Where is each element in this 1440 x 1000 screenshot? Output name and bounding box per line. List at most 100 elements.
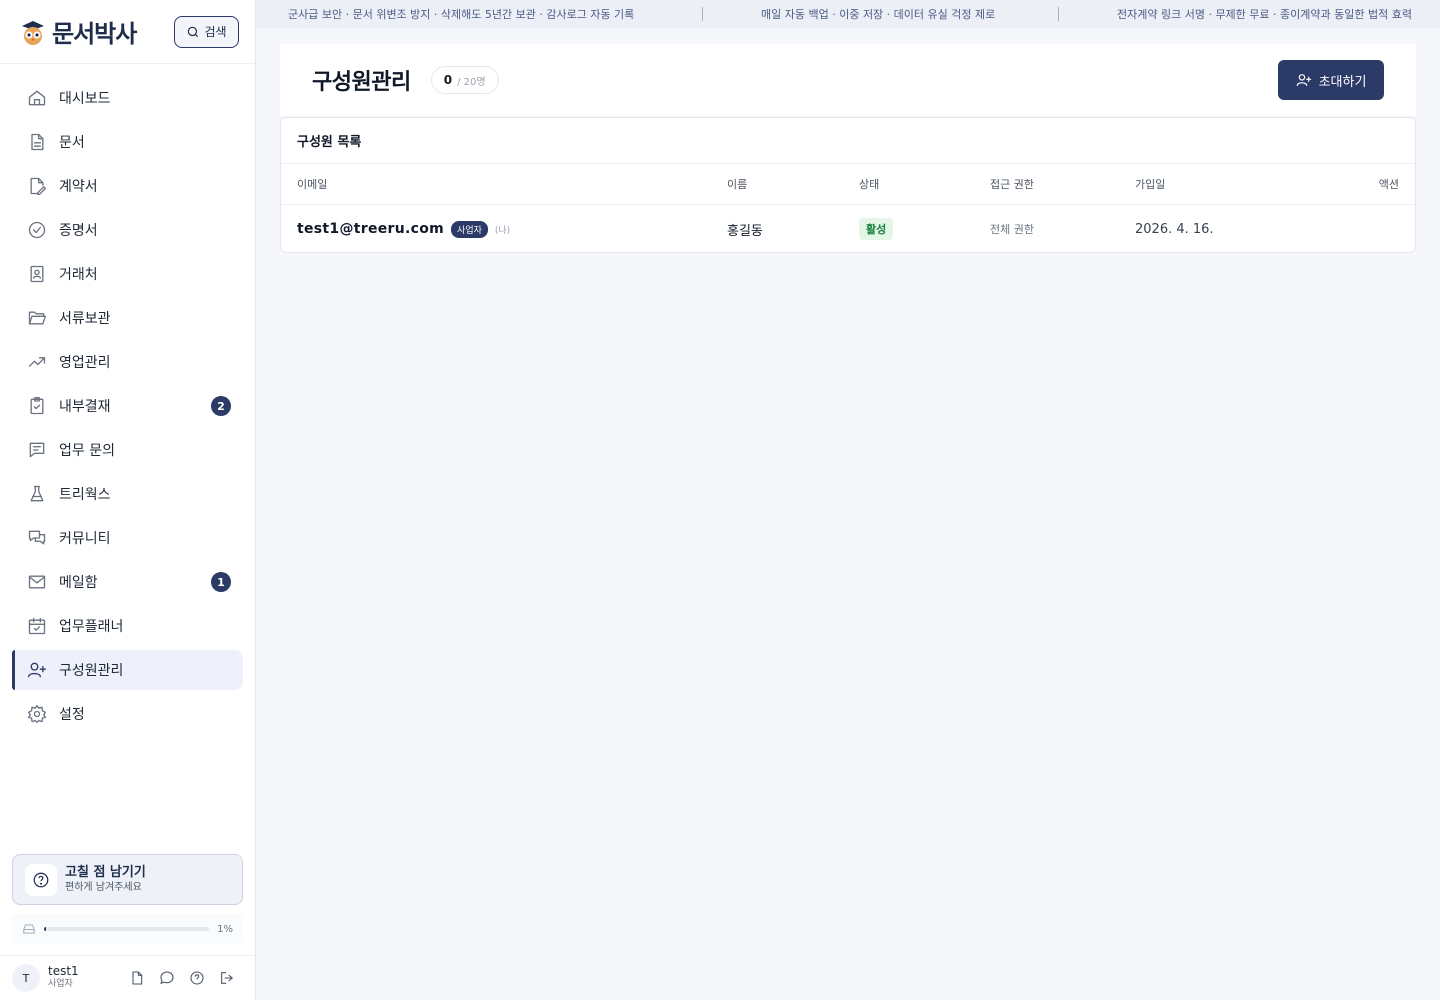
search-icon (188, 26, 199, 37)
approval-count-badge: 2 (211, 396, 231, 416)
member-list-card: 구성원 목록 이메일 이름 상태 접근 권한 가입일 액션 test1@tree… (280, 117, 1416, 253)
logout-icon[interactable] (217, 968, 237, 988)
home-icon (26, 87, 48, 109)
storage-percent: 1% (217, 923, 233, 935)
member-name: 홍길동 (727, 223, 763, 239)
sidebar-item-label: 메일함 (59, 575, 98, 591)
email-cell: test1@treeru.com 사업자 (나) (297, 220, 511, 238)
sidebar-item-contracts[interactable]: 계약서 (12, 166, 243, 206)
sidebar-item-dashboard[interactable]: 대시보드 (12, 78, 243, 118)
joined-date: 2026. 4. 16. (1135, 221, 1214, 237)
sidebar-item-label: 업무플래너 (59, 619, 124, 635)
trending-up-icon (26, 351, 48, 373)
sidebar-item-label: 업무 문의 (59, 443, 115, 459)
member-count: 0 (443, 73, 453, 87)
user-name: test1 (48, 964, 79, 978)
sidebar-item-label: 설정 (59, 707, 85, 723)
contract-icon (26, 175, 48, 197)
status-badge: 활성 (859, 218, 894, 240)
contact-book-icon (26, 263, 48, 285)
logo[interactable]: 문서박사 (18, 14, 137, 49)
sidebar-item-settings[interactable]: 설정 (12, 694, 243, 734)
help-circle-icon (25, 863, 57, 896)
me-tag: (나) (494, 225, 511, 236)
logo-text: 문서박사 (52, 20, 137, 48)
feedback-title: 고칠 점 남기기 (65, 864, 146, 880)
owl-logo-icon (22, 20, 44, 45)
member-capacity: / 20명 (457, 76, 486, 88)
sidebar-item-approval[interactable]: 내부결재 2 (12, 386, 243, 426)
banner-message: 전자계약 링크 서명 · 무제한 무료 · 종이계약과 동일한 법적 효력 (1117, 8, 1412, 21)
member-list-title: 구성원 목록 (281, 118, 1415, 164)
page-header: 구성원관리 0 / 20명 초대하기 (280, 44, 1416, 116)
avatar[interactable]: T (12, 964, 40, 992)
top-banner: 군사급 보안 · 문서 위변조 방지 · 삭제해도 5년간 보관 · 감사로그 … (256, 0, 1440, 28)
chat-icon[interactable] (157, 968, 177, 988)
banner-message: 군사급 보안 · 문서 위변조 방지 · 삭제해도 5년간 보관 · 감사로그 … (288, 8, 635, 21)
sidebar-item-certificates[interactable]: 증명서 (12, 210, 243, 250)
user-role: 사업자 (48, 979, 73, 989)
calendar-icon (26, 615, 48, 637)
column-header-name[interactable]: 이름 (727, 176, 747, 192)
storage-usage: 1% (12, 914, 243, 944)
sidebar-item-label: 거래처 (59, 267, 98, 283)
sidebar-item-inquiry[interactable]: 업무 문의 (12, 430, 243, 470)
sidebar-item-label: 증명서 (59, 223, 98, 239)
sidebar-item-label: 영업관리 (59, 355, 111, 371)
chat-bubbles-icon (26, 527, 48, 549)
storage-bar (44, 927, 210, 931)
sidebar-item-label: 계약서 (59, 179, 98, 195)
brand-bar: 문서박사 검색 (0, 0, 255, 64)
sidebar-item-planner[interactable]: 업무플래너 (12, 606, 243, 646)
sidebar-item-label: 서류보관 (59, 311, 111, 327)
user-plus-icon (26, 659, 48, 681)
sidebar-item-members[interactable]: 구성원관리 (12, 650, 243, 690)
file-icon[interactable] (127, 968, 147, 988)
member-email: test1@treeru.com (297, 221, 445, 237)
column-header-joined[interactable]: 가입일 (1135, 176, 1165, 192)
mail-icon (26, 571, 48, 593)
sidebar: 문서박사 검색 대시보드 문서 계약서 증명서 거래처 서류보관 영업관리 내부… (0, 0, 256, 1000)
sidebar-nav: 대시보드 문서 계약서 증명서 거래처 서류보관 영업관리 내부결재 2 업무 … (0, 64, 255, 734)
table-header: 이메일 이름 상태 접근 권한 가입일 액션 (281, 164, 1415, 205)
mail-count-badge: 1 (211, 572, 231, 592)
user-actions (127, 968, 255, 988)
invite-label: 초대하기 (1318, 74, 1367, 90)
sidebar-item-community[interactable]: 커뮤니티 (12, 518, 243, 558)
sidebar-item-label: 트리웍스 (59, 487, 111, 503)
sidebar-item-mailbox[interactable]: 메일함 1 (12, 562, 243, 602)
feedback-button[interactable]: 고칠 점 남기기 편하게 남겨주세요 (12, 854, 243, 905)
table-row[interactable]: test1@treeru.com 사업자 (나) 홍길동 활성 전체 권한 20… (281, 205, 1415, 252)
sidebar-item-label: 내부결재 (59, 399, 111, 415)
sidebar-item-documents[interactable]: 문서 (12, 122, 243, 162)
sidebar-item-clients[interactable]: 거래처 (12, 254, 243, 294)
gear-icon (26, 703, 48, 725)
search-button[interactable]: 검색 (174, 15, 239, 48)
access-level: 전체 권한 (990, 223, 1034, 236)
sidebar-item-sales[interactable]: 영업관리 (12, 342, 243, 382)
column-header-email[interactable]: 이메일 (297, 176, 327, 192)
sidebar-item-label: 커뮤니티 (59, 531, 111, 547)
storage-fill (44, 927, 46, 931)
banner-message: 매일 자동 백업 · 이중 저장 · 데이터 유실 걱정 제로 (761, 8, 996, 21)
sidebar-item-treeworks[interactable]: 트리웍스 (12, 474, 243, 514)
member-count-pill: 0 / 20명 (430, 66, 499, 94)
folder-icon (26, 307, 48, 329)
message-square-icon (26, 439, 48, 461)
invite-button[interactable]: 초대하기 (1278, 60, 1384, 100)
column-header-access[interactable]: 접근 권한 (990, 176, 1034, 192)
help-icon[interactable] (187, 968, 207, 988)
user-info: test1 사업자 (48, 965, 79, 991)
flask-icon (26, 483, 48, 505)
clipboard-check-icon (26, 395, 48, 417)
user-bar: T test1 사업자 (0, 955, 255, 1000)
column-header-status[interactable]: 상태 (859, 176, 879, 192)
user-plus-icon (1296, 74, 1311, 86)
sidebar-item-archive[interactable]: 서류보관 (12, 298, 243, 338)
search-label: 검색 (204, 25, 227, 39)
sidebar-item-label: 문서 (59, 135, 85, 151)
sidebar-item-label: 대시보드 (59, 91, 111, 107)
role-tag: 사업자 (451, 220, 488, 238)
column-header-action: 액션 (1378, 178, 1399, 191)
sidebar-item-label: 구성원관리 (59, 663, 124, 679)
